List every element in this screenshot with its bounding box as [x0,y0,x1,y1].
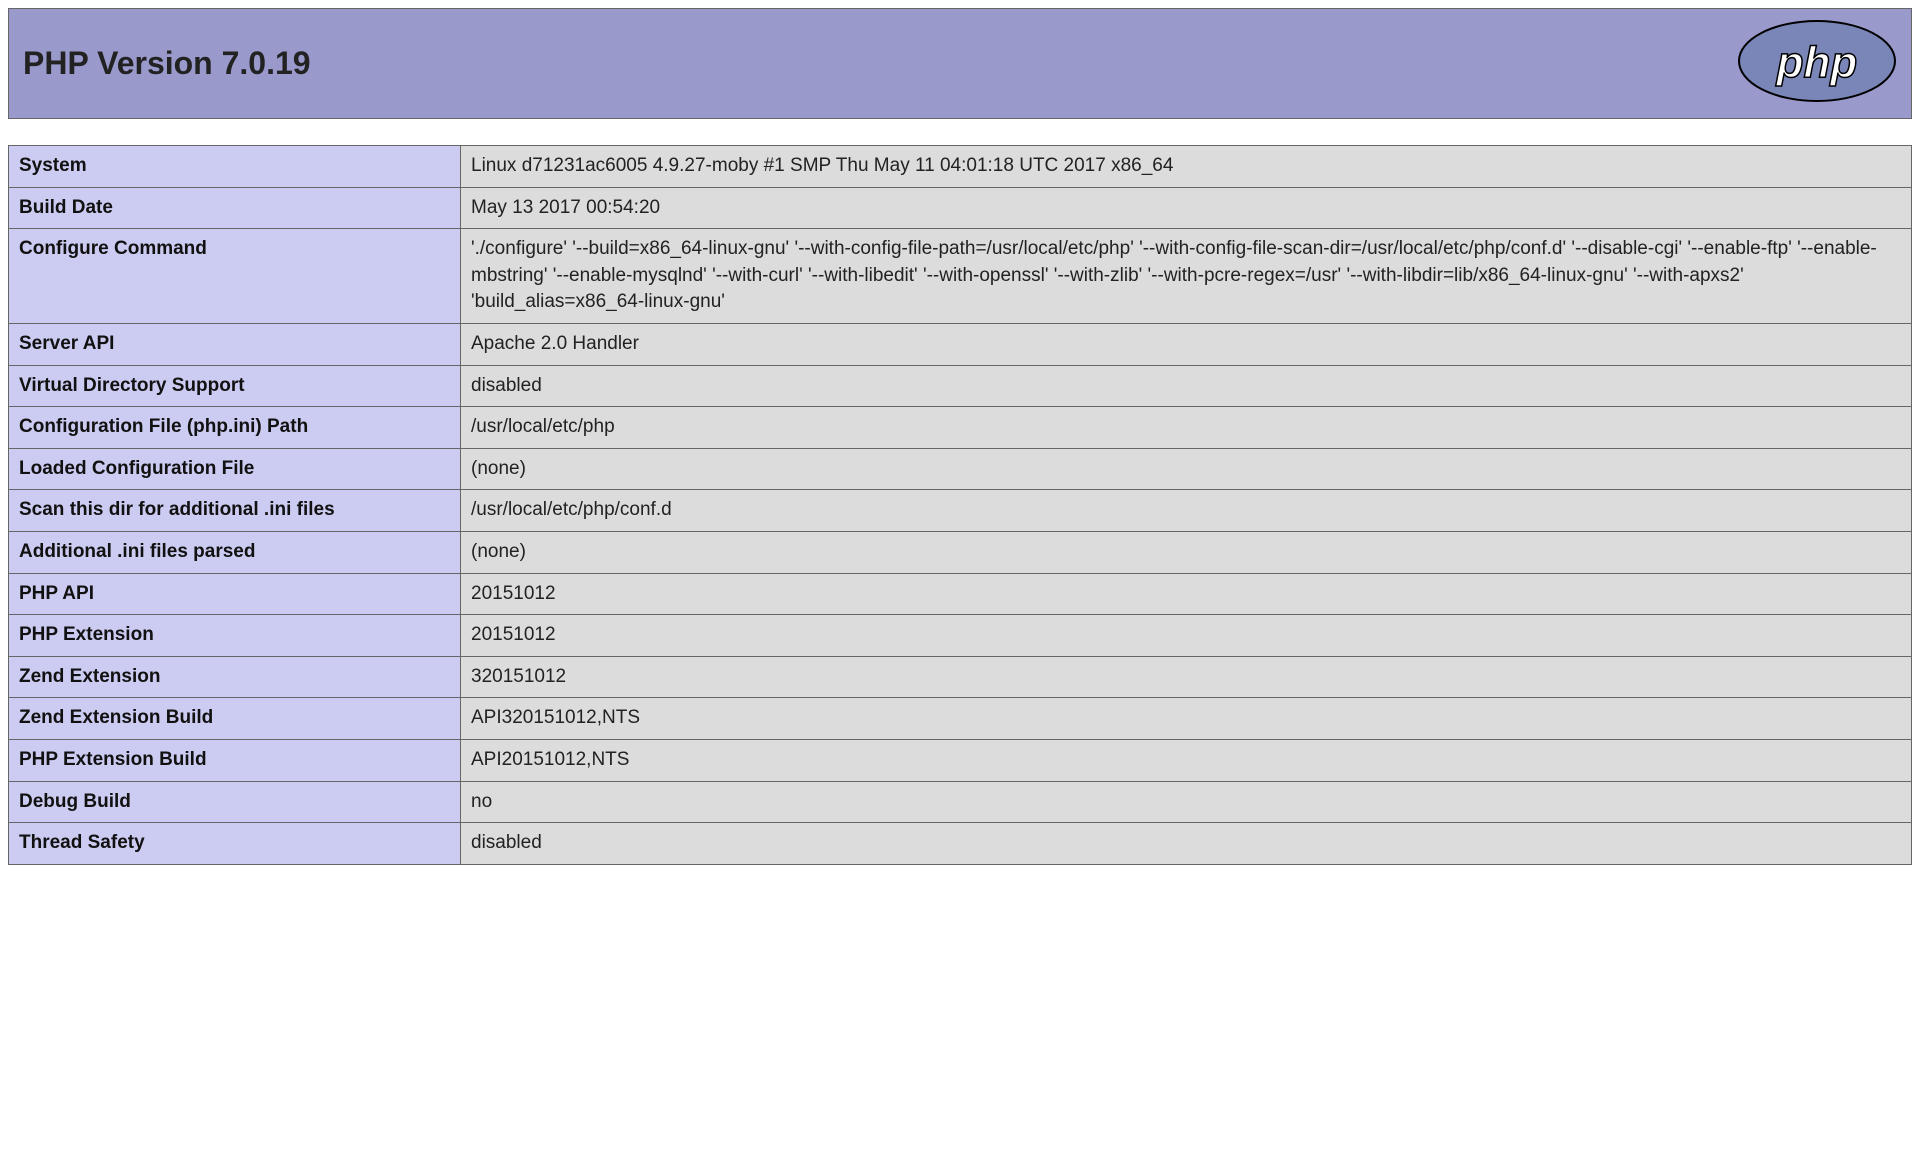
table-row: PHP Extension20151012 [9,615,1912,657]
info-value: (none) [461,531,1912,573]
table-row: Server APIApache 2.0 Handler [9,323,1912,365]
info-value: 320151012 [461,656,1912,698]
table-row: Loaded Configuration File(none) [9,448,1912,490]
table-row: Configuration File (php.ini) Path/usr/lo… [9,407,1912,449]
info-value: 20151012 [461,615,1912,657]
table-row: Debug Buildno [9,781,1912,823]
info-key: Additional .ini files parsed [9,531,461,573]
table-row: SystemLinux d71231ac6005 4.9.27-moby #1 … [9,146,1912,188]
info-value: API320151012,NTS [461,698,1912,740]
info-key: PHP Extension Build [9,739,461,781]
info-value: (none) [461,448,1912,490]
svg-text:php: php [1776,38,1858,87]
info-value: /usr/local/etc/php [461,407,1912,449]
phpinfo-table: SystemLinux d71231ac6005 4.9.27-moby #1 … [8,145,1912,865]
info-value: Linux d71231ac6005 4.9.27-moby #1 SMP Th… [461,146,1912,188]
table-row: PHP Extension BuildAPI20151012,NTS [9,739,1912,781]
info-key: System [9,146,461,188]
info-key: Virtual Directory Support [9,365,461,407]
table-row: PHP API20151012 [9,573,1912,615]
info-key: PHP API [9,573,461,615]
table-row: Virtual Directory Supportdisabled [9,365,1912,407]
page-title: PHP Version 7.0.19 [23,45,311,82]
table-row: Build DateMay 13 2017 00:54:20 [9,187,1912,229]
table-row: Zend Extension BuildAPI320151012,NTS [9,698,1912,740]
info-key: PHP Extension [9,615,461,657]
table-row: Configure Command'./configure' '--build=… [9,229,1912,324]
info-value: './configure' '--build=x86_64-linux-gnu'… [461,229,1912,324]
info-key: Scan this dir for additional .ini files [9,490,461,532]
info-value: disabled [461,823,1912,865]
info-key: Server API [9,323,461,365]
info-key: Configuration File (php.ini) Path [9,407,461,449]
info-key: Zend Extension [9,656,461,698]
phpinfo-header: PHP Version 7.0.19 php [8,8,1912,119]
info-value: /usr/local/etc/php/conf.d [461,490,1912,532]
info-value: disabled [461,365,1912,407]
table-row: Zend Extension320151012 [9,656,1912,698]
table-row: Scan this dir for additional .ini files/… [9,490,1912,532]
info-value: API20151012,NTS [461,739,1912,781]
info-key: Loaded Configuration File [9,448,461,490]
info-value: 20151012 [461,573,1912,615]
info-key: Zend Extension Build [9,698,461,740]
info-key: Thread Safety [9,823,461,865]
php-logo-icon: php [1737,19,1897,108]
table-row: Additional .ini files parsed(none) [9,531,1912,573]
info-value: May 13 2017 00:54:20 [461,187,1912,229]
info-key: Configure Command [9,229,461,324]
table-row: Thread Safetydisabled [9,823,1912,865]
info-value: no [461,781,1912,823]
info-key: Build Date [9,187,461,229]
info-key: Debug Build [9,781,461,823]
info-value: Apache 2.0 Handler [461,323,1912,365]
